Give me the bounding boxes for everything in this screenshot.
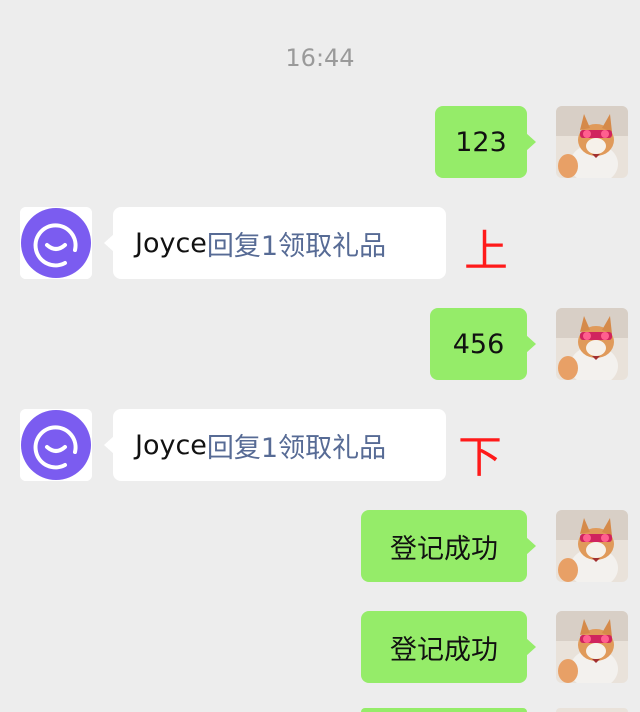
message-text: 456 — [452, 328, 505, 360]
user-avatar[interactable] — [556, 611, 628, 683]
message-bubble-received[interactable]: Joyce 回复1领取礼品 — [104, 409, 446, 481]
user-avatar[interactable] — [556, 106, 628, 178]
message-row: 123 — [0, 106, 640, 178]
reply-link[interactable]: 回复1领取礼品 — [207, 224, 386, 263]
message-row: 456 — [0, 308, 640, 380]
smiley-bot-avatar-icon — [20, 409, 92, 481]
message-row: 登记成功 — [0, 611, 640, 683]
bot-avatar[interactable] — [20, 409, 92, 481]
message-row: Joyce 回复1领取礼品 下 — [0, 409, 640, 483]
message-row-partial — [0, 708, 640, 712]
annotation-label: 下 — [458, 432, 502, 483]
message-text: 123 — [455, 126, 507, 158]
sender-name: Joyce — [135, 227, 207, 259]
message-text: 登记成功 — [390, 533, 498, 565]
cat-avatar-icon — [556, 510, 628, 582]
reply-link[interactable]: 回复1领取礼品 — [207, 426, 386, 465]
cat-avatar-icon — [556, 308, 628, 380]
message-bubble-sent[interactable]: 123 — [435, 106, 536, 178]
user-avatar[interactable] — [556, 510, 628, 582]
message-row: Joyce 回复1领取礼品 上 — [0, 207, 640, 279]
chat-timestamp: 16:44 — [285, 44, 355, 72]
cat-avatar-icon — [556, 611, 628, 683]
annotation-label: 上 — [464, 226, 508, 277]
message-bubble-received[interactable]: Joyce 回复1领取礼品 — [104, 207, 446, 279]
sender-name: Joyce — [135, 429, 207, 461]
cat-avatar-icon — [556, 106, 628, 178]
message-text: 登记成功 — [390, 634, 498, 666]
message-row: 登记成功 — [0, 510, 640, 582]
message-bubble-sent[interactable] — [361, 708, 527, 712]
smiley-bot-avatar-icon — [20, 207, 92, 279]
message-bubble-sent[interactable]: 登记成功 — [361, 510, 536, 582]
message-bubble-sent[interactable]: 登记成功 — [361, 611, 536, 683]
message-bubble-sent[interactable]: 456 — [430, 308, 536, 380]
bot-avatar[interactable] — [20, 207, 92, 279]
user-avatar[interactable] — [556, 708, 628, 712]
user-avatar[interactable] — [556, 308, 628, 380]
